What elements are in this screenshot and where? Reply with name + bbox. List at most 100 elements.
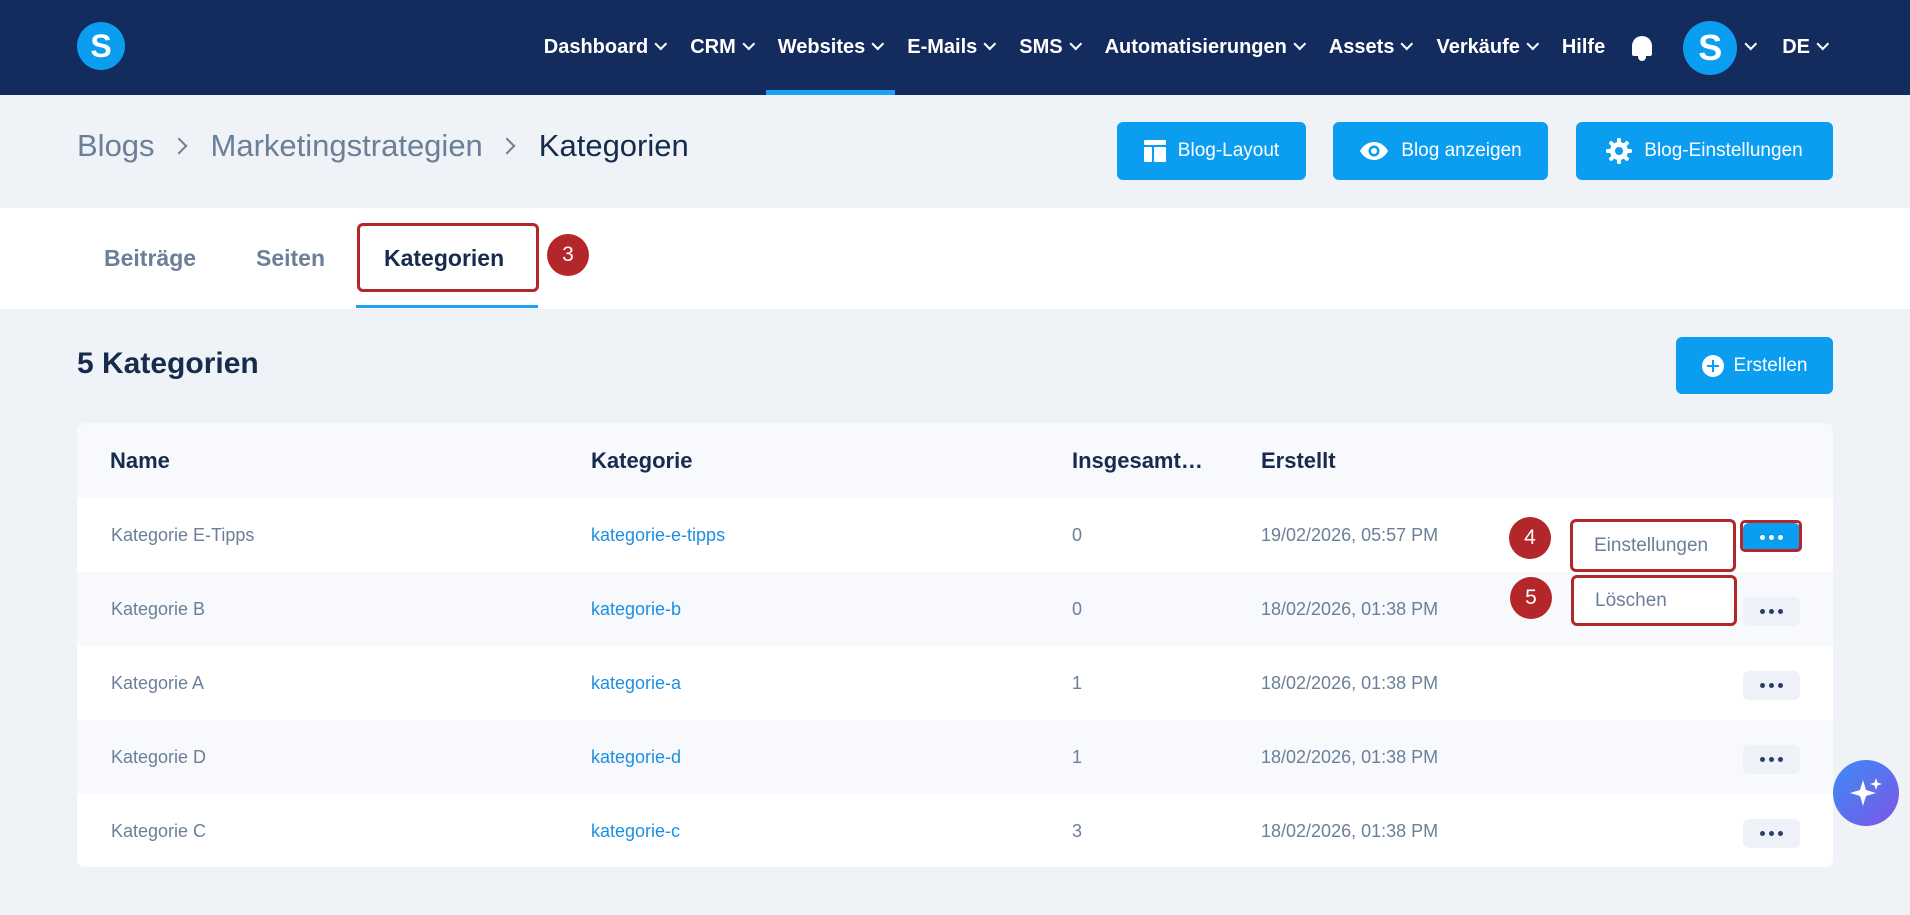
nav-item-label: CRM	[690, 36, 736, 58]
button-label: Blog-Einstellungen	[1644, 140, 1803, 161]
row-actions-button[interactable]	[1743, 597, 1800, 626]
nav-item-label: Hilfe	[1561, 36, 1606, 58]
column-header-created[interactable]: Erstellt	[1261, 423, 1336, 498]
row-slug-link[interactable]: kategorie-e-tipps	[591, 498, 725, 572]
row-name: Kategorie B	[111, 598, 206, 619]
nav-item-label: Dashboard	[543, 36, 649, 58]
chevron-down-icon	[1293, 37, 1307, 51]
ai-assistant-button[interactable]	[1833, 760, 1899, 826]
chevron-down-icon	[983, 37, 997, 51]
nav-item-label: Verkäufe	[1436, 36, 1520, 58]
step-badge: 4	[1509, 517, 1551, 559]
chevron-down-icon	[1816, 37, 1830, 51]
nav-item-label: E-Mails	[907, 36, 978, 58]
row-total: 3	[1072, 820, 1083, 841]
nav-item-automations[interactable]: Automatisierungen	[1093, 0, 1317, 95]
column-header-category[interactable]: Kategorie	[591, 423, 692, 498]
nav-item-websites[interactable]: Websites	[765, 0, 896, 95]
nav-item-help[interactable]: Hilfe	[1550, 0, 1617, 95]
nav-item-label: Automatisierungen	[1104, 36, 1287, 58]
highlight-box	[1571, 575, 1737, 626]
nav-item-label: SMS	[1019, 36, 1063, 58]
chevron-down-icon	[1400, 37, 1414, 51]
gear-icon	[1606, 138, 1633, 164]
table-row: Kategorie A kategorie-a 1 18/02/2026, 01…	[77, 646, 1833, 720]
nav-item-label: Assets	[1328, 36, 1395, 58]
button-label: Blog-Layout	[1177, 140, 1280, 161]
column-header-total[interactable]: Insgesamt…	[1072, 423, 1203, 498]
categories-table: Name Kategorie Insgesamt… Erstellt Kateg…	[77, 423, 1833, 867]
avatar[interactable]: S	[1683, 20, 1738, 75]
nav-item-label: Websites	[777, 36, 866, 58]
sparkles-icon	[1850, 778, 1882, 806]
row-total: 1	[1072, 672, 1083, 693]
nav-item-dashboard[interactable]: Dashboard	[532, 0, 678, 95]
row-actions-button[interactable]	[1743, 671, 1800, 700]
chevron-down-icon	[654, 37, 668, 51]
plus-circle-icon	[1701, 354, 1724, 377]
row-slug-link[interactable]: kategorie-b	[591, 572, 681, 646]
row-slug-link[interactable]: kategorie-c	[591, 794, 680, 867]
nav-item-assets[interactable]: Assets	[1317, 0, 1425, 95]
row-actions-button[interactable]	[1743, 819, 1800, 848]
view-blog-button[interactable]: Blog anzeigen	[1333, 122, 1548, 180]
chevron-right-icon	[170, 137, 188, 155]
row-name: Kategorie C	[111, 820, 207, 841]
tab-posts[interactable]: Beiträge	[104, 208, 196, 309]
chevron-down-icon	[1744, 37, 1758, 51]
chevron-down-icon	[1526, 37, 1540, 51]
chevron-down-icon	[1069, 37, 1082, 51]
user-menu[interactable]: S	[1675, 20, 1770, 75]
row-created: 18/02/2026, 01:38 PM	[1261, 598, 1439, 619]
row-name: Kategorie E-Tipps	[111, 524, 255, 545]
table-header: Name Kategorie Insgesamt… Erstellt	[77, 423, 1833, 498]
language-selector[interactable]: DE	[1770, 0, 1840, 95]
create-button[interactable]: Erstellen	[1676, 337, 1833, 394]
table-row: Kategorie D kategorie-d 1 18/02/2026, 01…	[77, 720, 1833, 794]
app-logo[interactable]: S	[77, 22, 125, 70]
button-label: Erstellen	[1733, 354, 1808, 376]
nav-menu: Dashboard CRM Websites E-Mails SMS Autom…	[532, 0, 1840, 95]
highlight-box	[1570, 519, 1736, 572]
highlight-box	[1740, 520, 1802, 552]
blog-settings-button[interactable]: Blog-Einstellungen	[1576, 122, 1833, 180]
nav-item-sales[interactable]: Verkäufe	[1424, 0, 1549, 95]
row-created: 18/02/2026, 01:38 PM	[1261, 746, 1439, 767]
tab-pages[interactable]: Seiten	[256, 208, 325, 309]
nav-item-emails[interactable]: E-Mails	[895, 0, 1007, 95]
row-total: 0	[1072, 598, 1083, 619]
step-badge: 5	[1510, 577, 1552, 619]
highlight-box	[357, 223, 539, 292]
active-tab-indicator	[356, 305, 538, 308]
column-header-name[interactable]: Name	[110, 423, 170, 498]
page-title: Kategorien	[538, 128, 689, 163]
step-badge: 3	[547, 234, 589, 276]
table-row: Kategorie C kategorie-c 3 18/02/2026, 01…	[77, 794, 1833, 867]
blog-layout-button[interactable]: Blog-Layout	[1117, 122, 1306, 180]
bell-icon[interactable]	[1629, 34, 1655, 62]
breadcrumb-blog[interactable]: Marketingstrategien	[211, 128, 483, 164]
nav-item-crm[interactable]: CRM	[678, 0, 766, 95]
breadcrumb-blogs[interactable]: Blogs	[77, 128, 155, 164]
top-navigation: S Dashboard CRM Websites E-Mails SMS Aut…	[0, 0, 1910, 95]
row-total: 1	[1072, 746, 1083, 767]
row-name: Kategorie A	[111, 672, 205, 693]
row-slug-link[interactable]: kategorie-a	[591, 646, 681, 720]
row-name: Kategorie D	[111, 746, 207, 767]
row-created: 19/02/2026, 05:57 PM	[1261, 524, 1439, 545]
row-created: 18/02/2026, 01:38 PM	[1261, 672, 1439, 693]
button-label: Blog anzeigen	[1401, 140, 1522, 161]
row-actions-button[interactable]	[1743, 745, 1800, 774]
section-title: 5 Kategorien	[77, 347, 259, 380]
row-total: 0	[1072, 524, 1083, 545]
chevron-right-icon	[498, 137, 516, 155]
chevron-down-icon	[871, 37, 885, 51]
language-label: DE	[1782, 36, 1810, 58]
row-created: 18/02/2026, 01:38 PM	[1261, 820, 1439, 841]
eye-icon	[1360, 142, 1389, 160]
row-slug-link[interactable]: kategorie-d	[591, 720, 681, 794]
breadcrumb: Blogs Marketingstrategien Kategorien	[77, 128, 689, 164]
layout-icon	[1143, 140, 1166, 162]
nav-item-sms[interactable]: SMS	[1007, 0, 1092, 95]
table-row: Kategorie B kategorie-b 0 18/02/2026, 01…	[77, 572, 1833, 646]
